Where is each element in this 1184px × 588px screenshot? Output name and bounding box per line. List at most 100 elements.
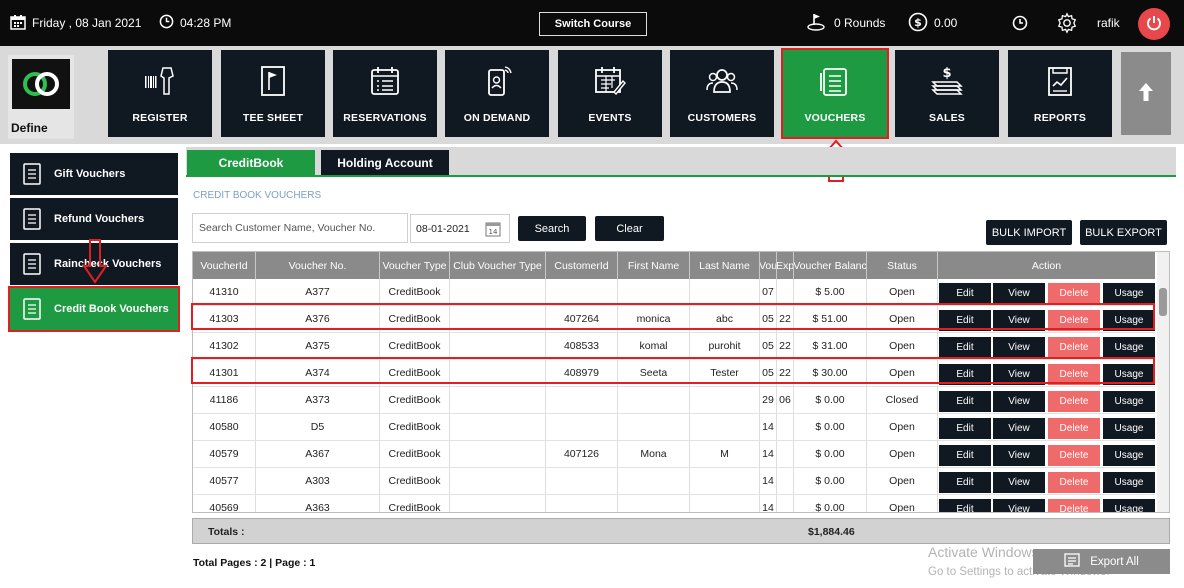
sidebar-item-credit-book-vouchers[interactable]: Credit Book Vouchers bbox=[8, 286, 180, 332]
col-voucher-id[interactable]: VoucherId bbox=[193, 252, 256, 279]
cell-vou: 14 bbox=[760, 441, 777, 467]
col-last-name[interactable]: Last Name bbox=[690, 252, 760, 279]
edit-button[interactable]: Edit bbox=[939, 391, 991, 412]
bulk-import-button[interactable]: BULK IMPORT bbox=[986, 220, 1072, 245]
delete-button[interactable]: Delete bbox=[1048, 418, 1100, 439]
delete-button[interactable]: Delete bbox=[1048, 445, 1100, 466]
export-all-button[interactable]: Export All bbox=[1033, 549, 1170, 574]
app-root: Friday , 08 Jan 2021 04:28 PM Switch Cou… bbox=[0, 0, 1184, 588]
cell-club-voucher-type bbox=[450, 441, 546, 467]
nav-tee-sheet[interactable]: TEE SHEET bbox=[221, 50, 325, 137]
history-clock-icon[interactable] bbox=[1012, 0, 1028, 46]
sidebar-item-refund-vouchers[interactable]: Refund Vouchers bbox=[10, 198, 178, 240]
delete-button[interactable]: Delete bbox=[1048, 391, 1100, 412]
delete-button[interactable]: Delete bbox=[1048, 337, 1100, 358]
tab-creditbook[interactable]: CreditBook bbox=[187, 150, 315, 175]
table-row[interactable]: 40580 D5 CreditBook 14 $ 0.00 Open Edit View Del… bbox=[193, 414, 1155, 441]
view-button[interactable]: View bbox=[993, 391, 1045, 412]
power-button[interactable] bbox=[1138, 8, 1170, 40]
cell-customer-id bbox=[546, 495, 618, 512]
usage-button[interactable]: Usage bbox=[1103, 499, 1155, 512]
date-field[interactable]: 08-01-2021 14 bbox=[410, 214, 510, 243]
col-voucher-type[interactable]: Voucher Type bbox=[380, 252, 450, 279]
sidebar-item-gift-vouchers[interactable]: Gift Vouchers bbox=[10, 153, 178, 195]
nav-sales[interactable]: $ SALES bbox=[895, 50, 999, 137]
nav-reservations[interactable]: RESERVATIONS bbox=[333, 50, 437, 137]
cell-exp bbox=[777, 414, 794, 440]
cell-voucher-no: A367 bbox=[256, 441, 380, 467]
delete-button[interactable]: Delete bbox=[1048, 472, 1100, 493]
col-club-voucher-type[interactable]: Club Voucher Type bbox=[450, 252, 546, 279]
table-scrollbar-thumb[interactable] bbox=[1159, 288, 1167, 316]
cell-voucher-balance: $ 0.00 bbox=[794, 414, 867, 440]
edit-button[interactable]: Edit bbox=[939, 472, 991, 493]
cell-voucher-no: D5 bbox=[256, 414, 380, 440]
cell-club-voucher-type bbox=[450, 387, 546, 413]
table-row[interactable]: 40577 A303 CreditBook 14 $ 0.00 Open Edit View D… bbox=[193, 468, 1155, 495]
power-icon bbox=[1145, 14, 1163, 35]
nav-events[interactable]: EVENTS bbox=[558, 50, 662, 137]
col-voucher-balance[interactable]: Voucher Balanc bbox=[794, 252, 867, 279]
view-button[interactable]: View bbox=[993, 337, 1045, 358]
nav-tee-sheet-label: TEE SHEET bbox=[242, 112, 304, 124]
col-voucher-no[interactable]: Voucher No. bbox=[256, 252, 380, 279]
usage-button[interactable]: Usage bbox=[1103, 337, 1155, 358]
row-highlight-annotation bbox=[191, 357, 1155, 384]
users-icon bbox=[705, 64, 739, 98]
nav-register[interactable]: REGISTER bbox=[108, 50, 212, 137]
edit-button[interactable]: Edit bbox=[939, 418, 991, 439]
col-exp[interactable]: Exp bbox=[777, 252, 794, 279]
delete-button[interactable]: Delete bbox=[1048, 283, 1100, 304]
totals-amount: $1,884.46 bbox=[808, 526, 855, 538]
cell-customer-id bbox=[546, 387, 618, 413]
col-first-name[interactable]: First Name bbox=[618, 252, 690, 279]
table-row[interactable]: 41302 A375 CreditBook 408533 komal purohit 05 2… bbox=[193, 333, 1155, 360]
time-display: 04:28 PM bbox=[159, 0, 231, 46]
current-time: 04:28 PM bbox=[180, 16, 232, 30]
bulk-export-button[interactable]: BULK EXPORT bbox=[1080, 220, 1167, 245]
edit-button[interactable]: Edit bbox=[939, 445, 991, 466]
tab-holding-account[interactable]: Holding Account bbox=[321, 150, 449, 175]
username[interactable]: rafik bbox=[1097, 0, 1120, 46]
usage-button[interactable]: Usage bbox=[1103, 283, 1155, 304]
nav-reports[interactable]: REPORTS bbox=[1008, 50, 1112, 137]
col-vou[interactable]: Vou bbox=[760, 252, 777, 279]
calendar-picker-icon[interactable]: 14 bbox=[485, 221, 501, 240]
usage-button[interactable]: Usage bbox=[1103, 472, 1155, 493]
nav-customers[interactable]: CUSTOMERS bbox=[670, 50, 774, 137]
usage-button[interactable]: Usage bbox=[1103, 445, 1155, 466]
switch-course-button[interactable]: Switch Course bbox=[539, 12, 647, 36]
cell-club-voucher-type bbox=[450, 468, 546, 494]
balance-display: $ 0.00 bbox=[908, 0, 957, 46]
cell-exp: 22 bbox=[777, 333, 794, 359]
delete-button[interactable]: Delete bbox=[1048, 499, 1100, 512]
table-row[interactable]: 41310 A377 CreditBook 07 $ 5.00 Open Edit View D… bbox=[193, 279, 1155, 306]
usage-button[interactable]: Usage bbox=[1103, 391, 1155, 412]
search-button[interactable]: Search bbox=[518, 216, 586, 241]
edit-button[interactable]: Edit bbox=[939, 283, 991, 304]
define-module[interactable]: Define bbox=[8, 55, 74, 139]
view-button[interactable]: View bbox=[993, 499, 1045, 512]
scroll-up-button[interactable] bbox=[1121, 52, 1171, 135]
edit-button[interactable]: Edit bbox=[939, 499, 991, 512]
clear-button[interactable]: Clear bbox=[595, 216, 664, 241]
edit-button[interactable]: Edit bbox=[939, 337, 991, 358]
view-button[interactable]: View bbox=[993, 283, 1045, 304]
sidebar-item-label: Gift Vouchers bbox=[54, 168, 126, 180]
nav-on-demand[interactable]: ON DEMAND bbox=[445, 50, 549, 137]
cell-voucher-id: 41310 bbox=[193, 279, 256, 305]
view-button[interactable]: View bbox=[993, 472, 1045, 493]
cell-voucher-balance: $ 0.00 bbox=[794, 495, 867, 512]
table-row[interactable]: 40579 A367 CreditBook 407126 Mona M 14 $ 0.00 Op… bbox=[193, 441, 1155, 468]
col-customer-id[interactable]: CustomerId bbox=[546, 252, 618, 279]
usage-button[interactable]: Usage bbox=[1103, 418, 1155, 439]
table-row[interactable]: 41186 A373 CreditBook 29 06 $ 0.00 Closed Edit V… bbox=[193, 387, 1155, 414]
view-button[interactable]: View bbox=[993, 418, 1045, 439]
nav-vouchers[interactable]: VOUCHERS bbox=[781, 48, 889, 139]
gear-icon[interactable] bbox=[1056, 0, 1078, 46]
col-status[interactable]: Status bbox=[867, 252, 938, 279]
cell-voucher-no: A377 bbox=[256, 279, 380, 305]
search-input[interactable]: Search Customer Name, Voucher No. bbox=[192, 213, 408, 243]
view-button[interactable]: View bbox=[993, 445, 1045, 466]
table-row[interactable]: 40569 A363 CreditBook 14 $ 0.00 Open Edit View D… bbox=[193, 495, 1155, 512]
